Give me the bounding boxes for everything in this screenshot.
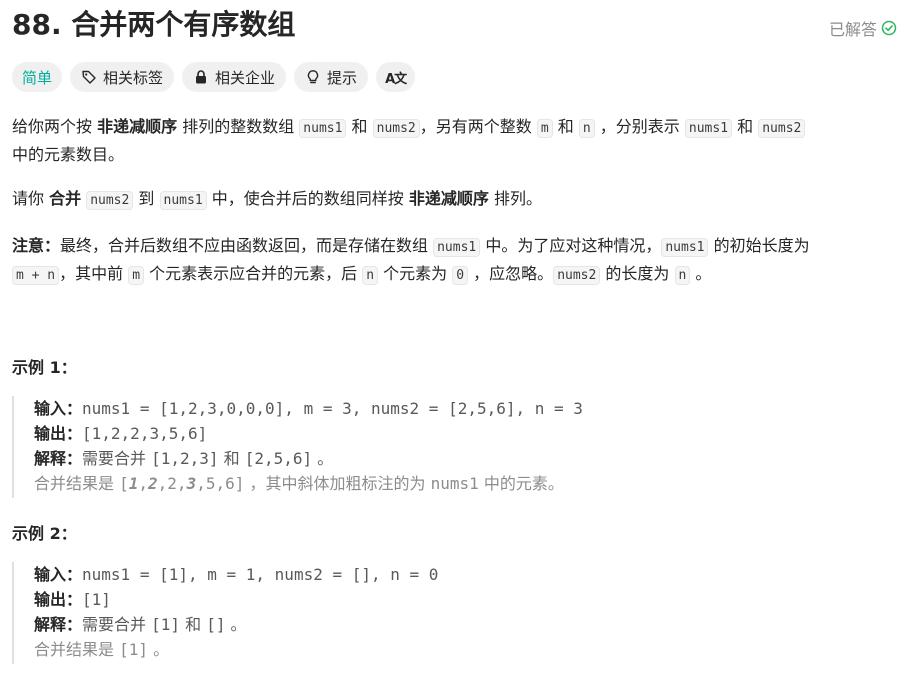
translate-button[interactable]: A文 [376,62,416,92]
check-circle-icon [881,20,897,36]
hints-label: 提示 [327,68,358,87]
title-row: 88. 合并两个有序数组 已解答 [12,6,897,46]
difficulty-badge: 简单 [12,62,63,92]
example-1-heading: 示例 1： [12,358,77,377]
solved-label: 已解答 [828,20,877,39]
description-paragraph-1: 给你两个按 非递减顺序 排列的整数数组 nums1 和 nums2 ，另有两个整数… [12,114,892,168]
tag-bar: 简单 相关标签 相关企业 提示 A文 [12,62,416,92]
lightbulb-icon [305,69,321,85]
example-1-input: 输入：nums1 = [1,2,3,0,0,0], m = 3, nums2 =… [34,399,583,418]
example-1-output: 输出：[1,2,2,3,5,6] [34,424,208,443]
example-1-explanation: 解释：需要合并 [1,2,3] 和 [2,5,6] 。 [34,449,334,468]
example-2-heading: 示例 2： [12,524,77,543]
solved-status: 已解答 [829,16,897,40]
related-tags-button[interactable]: 相关标签 [70,62,175,92]
description-paragraph-2: 请你 合并 nums2 到 nums1 中，使合并后的数组同样按 非递减顺序 排… [12,189,542,210]
related-tags-label: 相关标签 [103,68,164,87]
hints-button[interactable]: 提示 [294,62,369,92]
example-2-result: 合并结果是 [1] 。 [34,640,170,659]
related-companies-button[interactable]: 相关企业 [182,62,287,92]
problem-title[interactable]: 88. 合并两个有序数组 [12,6,295,44]
description-note: 注意：最终，合并后数组不应由函数返回，而是存储在数组 nums1 中。为了应对这… [12,236,810,285]
related-companies-label: 相关企业 [215,68,276,87]
example-1-block: 输入：nums1 = [1,2,3,0,0,0], m = 3, nums2 =… [12,396,872,498]
example-2-output: 输出：[1] [34,590,111,609]
example-2-input: 输入：nums1 = [1], m = 1, nums2 = [], n = 0 [34,565,439,584]
example-2-block: 输入：nums1 = [1], m = 1, nums2 = [], n = 0… [12,562,872,664]
translate-icon: A文 [385,71,407,87]
example-1-result: 合并结果是 [1,2,2,3,5,6] ，其中斜体加粗标注的为 nums1 中的… [34,474,564,493]
lock-icon [193,69,209,85]
tag-icon [81,69,97,85]
example-2-explanation: 解释：需要合并 [1] 和 [] 。 [34,615,247,634]
difficulty-label: 简单 [22,68,53,87]
